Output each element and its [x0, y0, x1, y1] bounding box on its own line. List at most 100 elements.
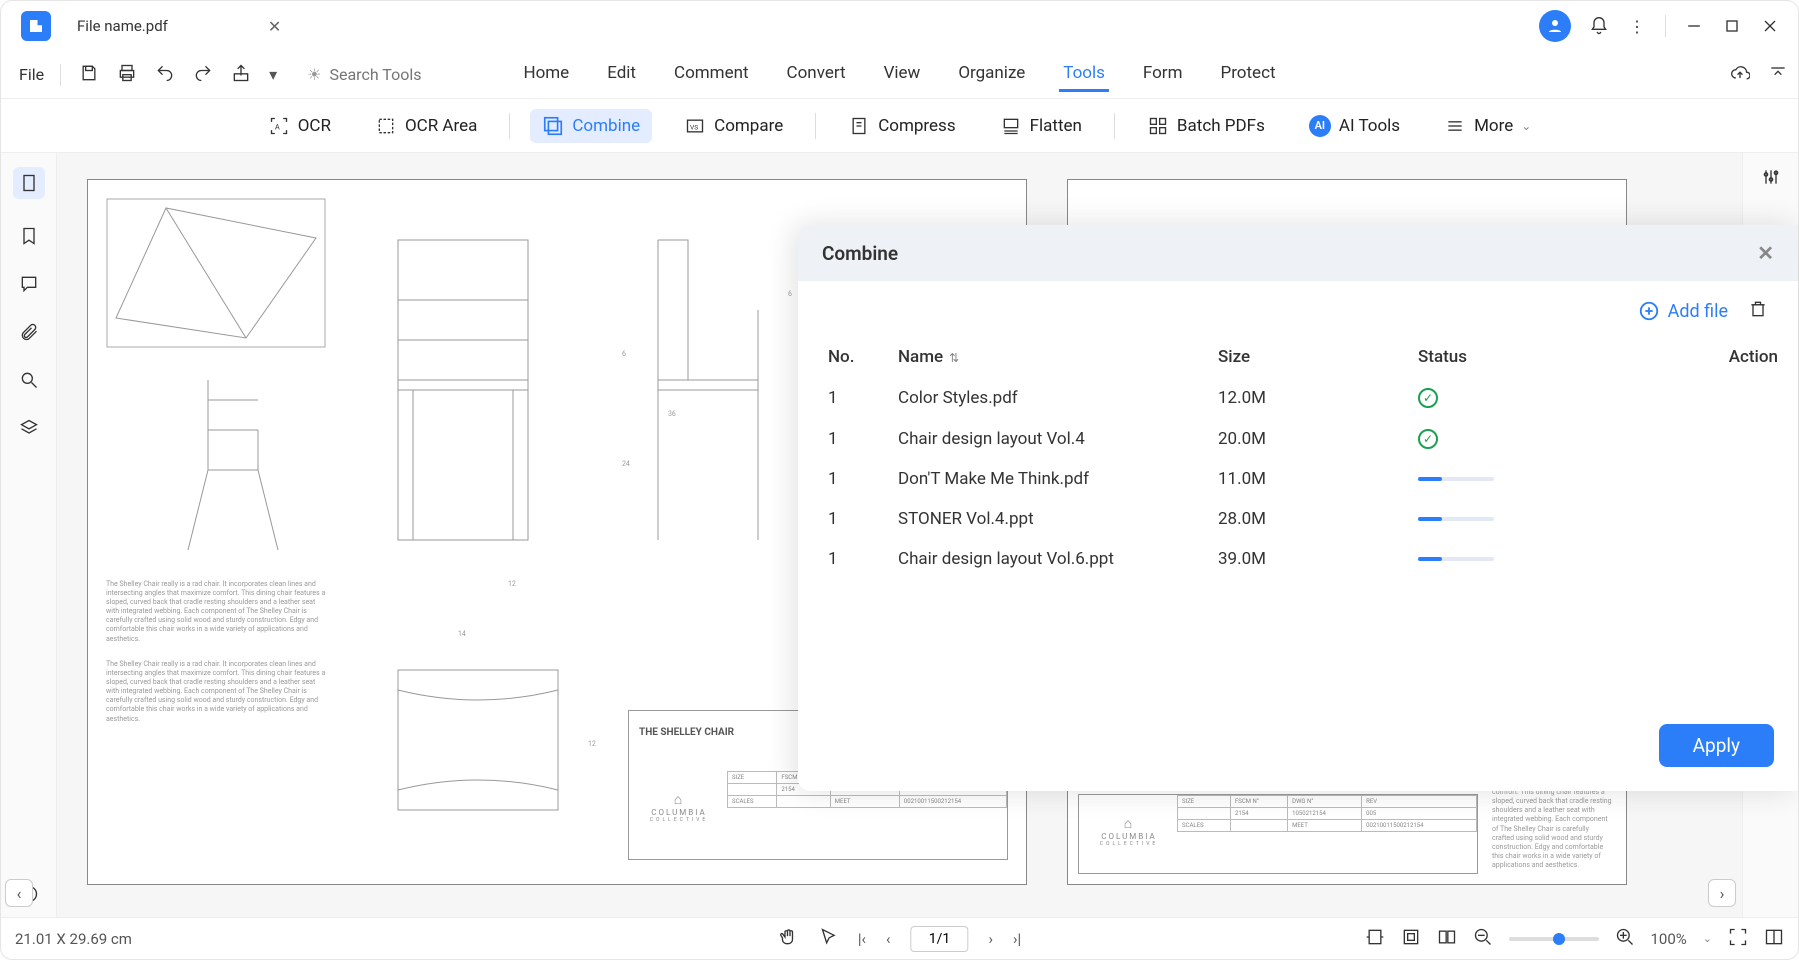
tab-view[interactable]: View [880, 57, 925, 92]
last-page-icon[interactable]: ›| [1013, 930, 1021, 948]
select-tool-icon[interactable] [818, 927, 838, 951]
dropdown-icon[interactable]: ▾ [269, 65, 277, 84]
next-page-icon[interactable]: › [989, 930, 994, 948]
bell-icon[interactable] [1589, 16, 1609, 36]
brand-name: COLUMBIA [639, 808, 719, 817]
cloud-upload-icon[interactable] [1730, 63, 1750, 87]
app-logo [21, 11, 51, 41]
table-row[interactable]: 1Chair design layout Vol.6.ppt39.0M [828, 539, 1768, 579]
delete-icon[interactable] [1748, 299, 1768, 323]
attachment-icon[interactable] [18, 321, 40, 343]
col-no: No. [828, 347, 898, 367]
page-dimensions: 21.01 X 29.69 cm [15, 930, 132, 948]
tab-form[interactable]: Form [1139, 57, 1187, 92]
dim-label: 12 [508, 580, 516, 589]
flatten-icon [1000, 115, 1022, 137]
sliders-icon[interactable] [1761, 167, 1781, 191]
table-row[interactable]: 1Don'T Make Me Think.pdf11.0M [828, 459, 1768, 499]
fit-page-icon[interactable] [1401, 927, 1421, 951]
save-icon[interactable] [79, 63, 99, 87]
fullscreen-icon[interactable] [1728, 927, 1748, 951]
ocr-button[interactable]: AOCR [256, 109, 343, 143]
sort-icon[interactable]: ⇅ [949, 351, 959, 365]
share-icon[interactable] [231, 63, 251, 87]
table-row[interactable]: 1Chair design layout Vol.420.0M✓ [828, 418, 1768, 459]
status-progress [1418, 477, 1494, 481]
tab-organize[interactable]: Organize [954, 57, 1029, 92]
maximize-icon[interactable] [1722, 16, 1742, 36]
zoom-value: 100% [1651, 930, 1687, 948]
titlebar: File name.pdf ✕ ⋮ [1, 1, 1798, 51]
collapse-right-icon[interactable]: › [1708, 879, 1736, 907]
search-icon[interactable] [18, 369, 40, 391]
apply-button[interactable]: Apply [1659, 724, 1774, 767]
bookmark-icon[interactable] [18, 225, 40, 247]
tab-convert[interactable]: Convert [783, 57, 850, 92]
view-mode-icon[interactable] [1437, 927, 1457, 951]
zoom-slider[interactable] [1509, 937, 1599, 941]
col-action: Action [1698, 347, 1778, 367]
dim-label: 36 [668, 410, 676, 419]
tab-edit[interactable]: Edit [603, 57, 640, 92]
status-progress [1418, 517, 1494, 521]
col-name[interactable]: Name⇅ [898, 347, 1218, 367]
search-tools-input[interactable] [329, 65, 469, 84]
tab-comment[interactable]: Comment [670, 57, 753, 92]
ai-tools-button[interactable]: AIAI Tools [1297, 109, 1412, 143]
undo-icon[interactable] [155, 63, 175, 87]
compress-icon [848, 115, 870, 137]
compare-icon: VS [684, 115, 706, 137]
more-button[interactable]: More ⌄ [1432, 109, 1543, 143]
table-row[interactable]: 1Color Styles.pdf12.0M✓ [828, 377, 1768, 418]
ocr-icon: A [268, 115, 290, 137]
ocr-area-button[interactable]: OCR Area [363, 109, 489, 143]
dim-label: 12 [588, 740, 596, 749]
drawing-description: The Shelley Chair really is a rad chair.… [106, 580, 326, 644]
tab-home[interactable]: Home [519, 57, 573, 92]
svg-text:VS: VS [690, 123, 698, 131]
tab-tools[interactable]: Tools [1059, 57, 1109, 92]
zoom-in-icon[interactable] [1615, 927, 1635, 951]
hand-tool-icon[interactable] [778, 927, 798, 951]
reading-mode-icon[interactable] [1764, 927, 1784, 951]
file-menu[interactable]: File [11, 61, 52, 88]
status-done-icon: ✓ [1418, 429, 1438, 449]
close-window-icon[interactable] [1760, 16, 1780, 36]
collapse-up-icon[interactable] [1768, 63, 1788, 87]
compress-button[interactable]: Compress [836, 109, 967, 143]
thumbnails-icon[interactable] [13, 167, 45, 199]
combine-button[interactable]: Combine [530, 109, 652, 143]
fit-width-icon[interactable] [1365, 927, 1385, 951]
statusbar: 21.01 X 29.69 cm |‹ ‹ › ›| 100%⌄ [1, 917, 1798, 959]
page-input[interactable] [911, 926, 969, 952]
ocr-area-icon [375, 115, 397, 137]
add-file-button[interactable]: Add file [1638, 300, 1728, 322]
zoom-out-icon[interactable] [1473, 927, 1493, 951]
tab-filename: File name.pdf [77, 17, 168, 35]
first-page-icon[interactable]: |‹ [858, 930, 866, 948]
collapse-left-icon[interactable]: ‹ [5, 879, 33, 907]
dim-label: 6 [788, 290, 792, 299]
tab-protect[interactable]: Protect [1216, 57, 1279, 92]
batch-button[interactable]: Batch PDFs [1135, 109, 1277, 143]
print-icon[interactable] [117, 63, 137, 87]
account-icon[interactable] [1539, 10, 1571, 42]
close-panel-icon[interactable]: ✕ [1757, 241, 1774, 265]
layers-icon[interactable] [18, 417, 40, 439]
combine-panel: Combine ✕ Add file No. Name⇅ Size Status… [798, 225, 1798, 791]
batch-icon [1147, 115, 1169, 137]
compare-button[interactable]: VSCompare [672, 109, 795, 143]
kebab-icon[interactable]: ⋮ [1627, 16, 1647, 36]
minimize-icon[interactable] [1684, 16, 1704, 36]
sun-icon[interactable]: ☀ [307, 65, 321, 84]
svg-text:A: A [275, 122, 280, 131]
left-rail: ? [1, 153, 57, 917]
status-done-icon: ✓ [1418, 388, 1438, 408]
close-tab-icon[interactable]: ✕ [268, 17, 281, 36]
document-tab[interactable]: File name.pdf ✕ [63, 11, 295, 42]
table-row[interactable]: 1STONER Vol.4.ppt28.0M [828, 499, 1768, 539]
prev-page-icon[interactable]: ‹ [886, 930, 891, 948]
flatten-button[interactable]: Flatten [988, 109, 1094, 143]
comment-icon[interactable] [18, 273, 40, 295]
redo-icon[interactable] [193, 63, 213, 87]
